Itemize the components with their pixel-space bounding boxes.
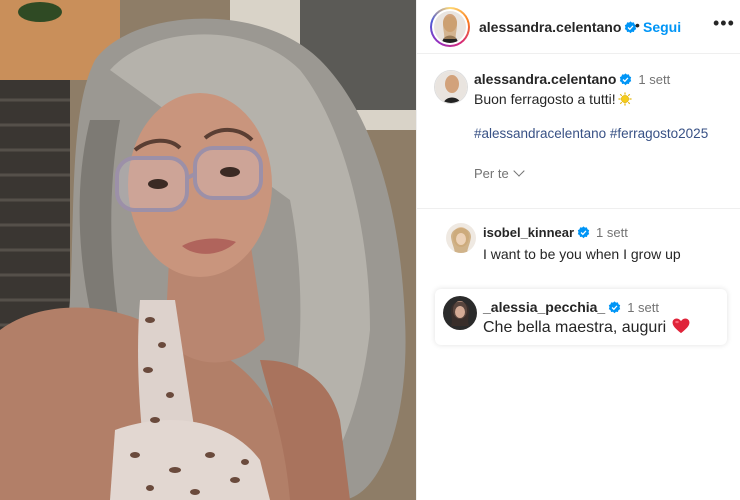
for-you-toggle[interactable]: Per te [474, 165, 525, 181]
caption-avatar[interactable] [434, 70, 468, 104]
caption-text: Buon ferragosto a tutti! [474, 91, 632, 107]
more-options-icon[interactable]: ••• [713, 14, 735, 32]
verified-badge-icon [577, 226, 590, 239]
comment-username[interactable]: isobel_kinnear 1 sett [483, 225, 628, 240]
caption-hashtags: #alessandracelentano #ferragosto2025 [474, 126, 708, 141]
caption-username-text[interactable]: alessandra.celentano [474, 71, 616, 87]
verified-badge-icon [609, 301, 621, 314]
comment-text: I want to be you when I grow up [483, 246, 681, 262]
follow-button[interactable]: Segui [643, 19, 681, 35]
heart-emoji-icon [672, 318, 690, 334]
hashtag-link[interactable]: #ferragosto2025 [610, 126, 708, 141]
author-username[interactable]: alessandra.celentano [479, 19, 637, 35]
comment-text: Che bella maestra, auguri [483, 318, 690, 337]
author-username-text[interactable]: alessandra.celentano [479, 19, 621, 35]
comment-username-text[interactable]: isobel_kinnear [483, 225, 574, 240]
comment-item: _alessia_pecchia_ 1 sett Che bella maestr… [435, 289, 727, 345]
comment-avatar[interactable] [446, 223, 476, 253]
comment-time: 1 sett [596, 225, 628, 240]
caption-text-body: Buon ferragosto a tutti! [474, 91, 616, 107]
comment-username[interactable]: _alessia_pecchia_ 1 sett [483, 299, 659, 315]
post-side-panel: alessandra.celentano • Segui ••• alessan… [416, 0, 740, 500]
divider [417, 208, 740, 209]
post-photo[interactable] [0, 0, 416, 500]
for-you-label[interactable]: Per te [474, 166, 509, 181]
comment-username-text[interactable]: _alessia_pecchia_ [483, 299, 605, 315]
caption-username[interactable]: alessandra.celentano 1 sett [474, 71, 670, 87]
verified-badge-icon [620, 73, 632, 86]
comment-text-body: Che bella maestra, auguri [483, 319, 667, 336]
post-header: alessandra.celentano • Segui ••• [417, 0, 740, 54]
author-avatar-image [434, 11, 466, 43]
post-photo-illustration [0, 0, 416, 500]
header-dot-separator: • [635, 17, 640, 33]
comment-avatar[interactable] [443, 296, 477, 330]
author-avatar[interactable] [430, 7, 470, 47]
sun-emoji-icon [618, 92, 632, 106]
chevron-down-icon [513, 165, 525, 177]
comment-time: 1 sett [627, 300, 660, 315]
caption-time: 1 sett [638, 72, 671, 87]
hashtag-link[interactable]: #alessandracelentano [474, 126, 606, 141]
